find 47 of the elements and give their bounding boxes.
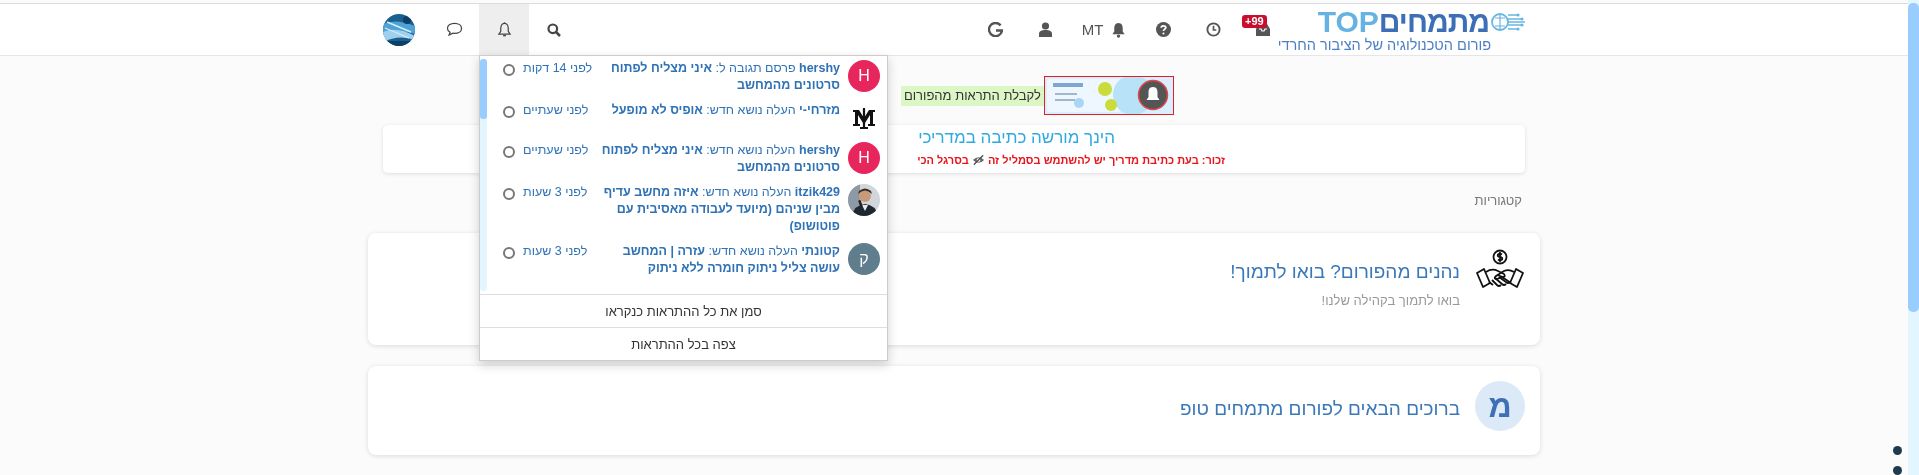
logo-tagline: פורום הטכנולוגיה של הציבור החרדי xyxy=(1277,36,1491,53)
user-avatar[interactable]: H xyxy=(848,142,880,174)
category-card[interactable]: מ ברוכים הבאים לפורום מתמחים טופ xyxy=(368,366,1540,455)
clock-icon[interactable] xyxy=(1205,22,1221,37)
notification-text[interactable]: מזרחי-י העלה נושא חדש: אופיס לא מופעל xyxy=(596,102,840,119)
reminder-text: זכור: בעת כתיבת מדריך יש להשתמש בסמליל זה xyxy=(987,154,1225,166)
category-title[interactable]: נהנים מהפורום? בואו לתמוך! xyxy=(1230,260,1460,284)
notice-title: הינך מורשה כתיבה במדריכי xyxy=(918,127,1115,149)
scrollbar-thumb[interactable] xyxy=(480,59,487,119)
mark-read-toggle[interactable] xyxy=(503,188,515,200)
dot-icon[interactable] xyxy=(1893,446,1902,455)
notification-time: לפני 3 שעות xyxy=(523,184,588,201)
view-all-button[interactable]: צפה בכל ההתראות xyxy=(480,327,887,360)
scrollbar-thumb[interactable] xyxy=(1908,3,1919,312)
notification-time: לפני שעתיים xyxy=(523,142,589,159)
logo-icon[interactable] xyxy=(851,107,877,129)
scrollbar[interactable] xyxy=(480,59,487,291)
logo-wordmark[interactable]: מתמחים xyxy=(1378,6,1489,37)
chat-icon xyxy=(445,22,463,37)
notification-time: לפני 3 שעות xyxy=(523,243,588,260)
help-icon[interactable] xyxy=(1155,22,1171,37)
bell-icon xyxy=(496,21,512,38)
mark-all-read-button[interactable]: סמן את כל ההתראות כנקראו xyxy=(480,294,887,327)
hidden-eye-icon xyxy=(971,155,985,165)
category-icon: מ xyxy=(1475,381,1525,431)
scrollbar[interactable] xyxy=(1908,0,1919,475)
g-icon[interactable] xyxy=(987,22,1003,37)
bell-icon[interactable] xyxy=(1111,21,1127,38)
notification-text[interactable]: קטונתי העלה נושא חדש: עזרה | המחשב עושה צליל ניתוק חומרה ללא ניתוק xyxy=(595,243,840,277)
dot-icon[interactable] xyxy=(1893,466,1902,475)
account-label[interactable]: MT xyxy=(1081,21,1104,38)
category-description: בואו לתמוך בקהילה שלנו! xyxy=(1320,293,1460,308)
notification-time: לפני 14 דקות xyxy=(523,60,593,77)
category-title[interactable]: ברוכים הבאים לפורום מתמחים טופ xyxy=(1179,397,1460,421)
subscribe-label: לקבלת התראות מהפורום xyxy=(900,85,1044,106)
mark-read-toggle[interactable] xyxy=(503,106,515,118)
user-icon[interactable] xyxy=(1038,22,1052,37)
count-badge: +99 xyxy=(1242,15,1267,28)
mark-read-toggle[interactable] xyxy=(503,64,515,76)
notification-time: לפני שעתיים xyxy=(523,102,589,119)
search-icon xyxy=(547,22,561,37)
mark-read-toggle[interactable] xyxy=(503,247,515,259)
user-avatar[interactable]: ק xyxy=(848,243,880,275)
breadcrumb[interactable]: קטגוריות xyxy=(1474,193,1540,209)
user-avatar[interactable]: H xyxy=(848,60,880,92)
reminder-text: בסרגל הכי xyxy=(917,154,969,166)
mark-read-toggle[interactable] xyxy=(503,146,515,158)
